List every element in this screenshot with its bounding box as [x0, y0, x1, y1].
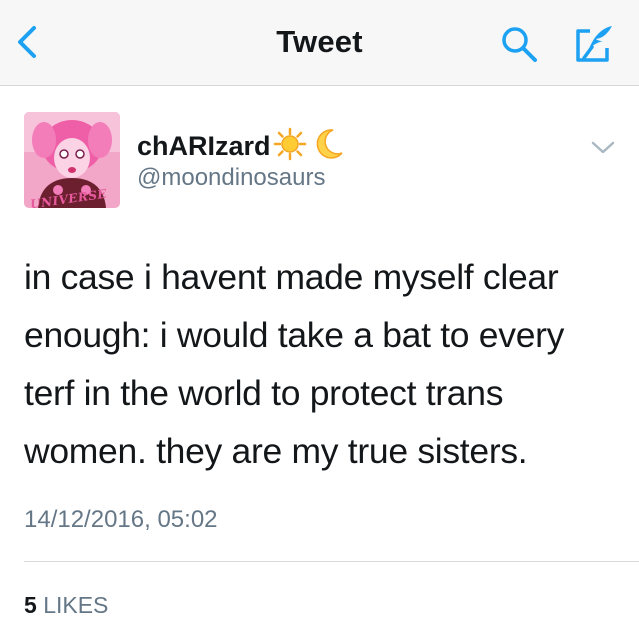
likes-label: LIKES: [43, 592, 109, 618]
chevron-down-icon: [591, 141, 615, 154]
tweet-text-line: terf in the world to protect trans: [24, 373, 504, 413]
divider: [24, 561, 639, 562]
search-button[interactable]: [499, 24, 539, 64]
author-avatar[interactable]: UNIVERSE: [24, 112, 120, 208]
tweet-text-line: women. they are my true sisters.: [24, 431, 528, 471]
tweet-options-button[interactable]: [588, 138, 618, 158]
tweet-text: in case i havent made myself clear enoug…: [24, 248, 624, 480]
page-title: Tweet: [276, 24, 363, 59]
likes-count: 5: [24, 592, 37, 618]
tweet-text-line: enough: i would take a bat to every: [24, 315, 565, 355]
crescent-moon-emoji: [313, 127, 345, 166]
search-icon: [502, 27, 537, 62]
author-display-name: chARIzard: [137, 130, 271, 161]
author-name-row[interactable]: chARIzard: [137, 126, 345, 166]
likes-stat[interactable]: 5 LIKES: [24, 592, 108, 619]
compose-icon: [576, 26, 612, 62]
author-handle[interactable]: @moondinosaurs: [137, 164, 325, 192]
navigation-bar: Tweet: [0, 0, 639, 86]
tweet-timestamp: 14/12/2016, 05:02: [24, 506, 218, 533]
compose-button[interactable]: [572, 22, 616, 66]
tweet-text-line: in case i havent made myself clear: [24, 257, 559, 297]
sun-emoji: [273, 127, 307, 166]
tweet-detail: UNIVERSE chARIzard @moondinosaurs in cas…: [0, 86, 639, 632]
